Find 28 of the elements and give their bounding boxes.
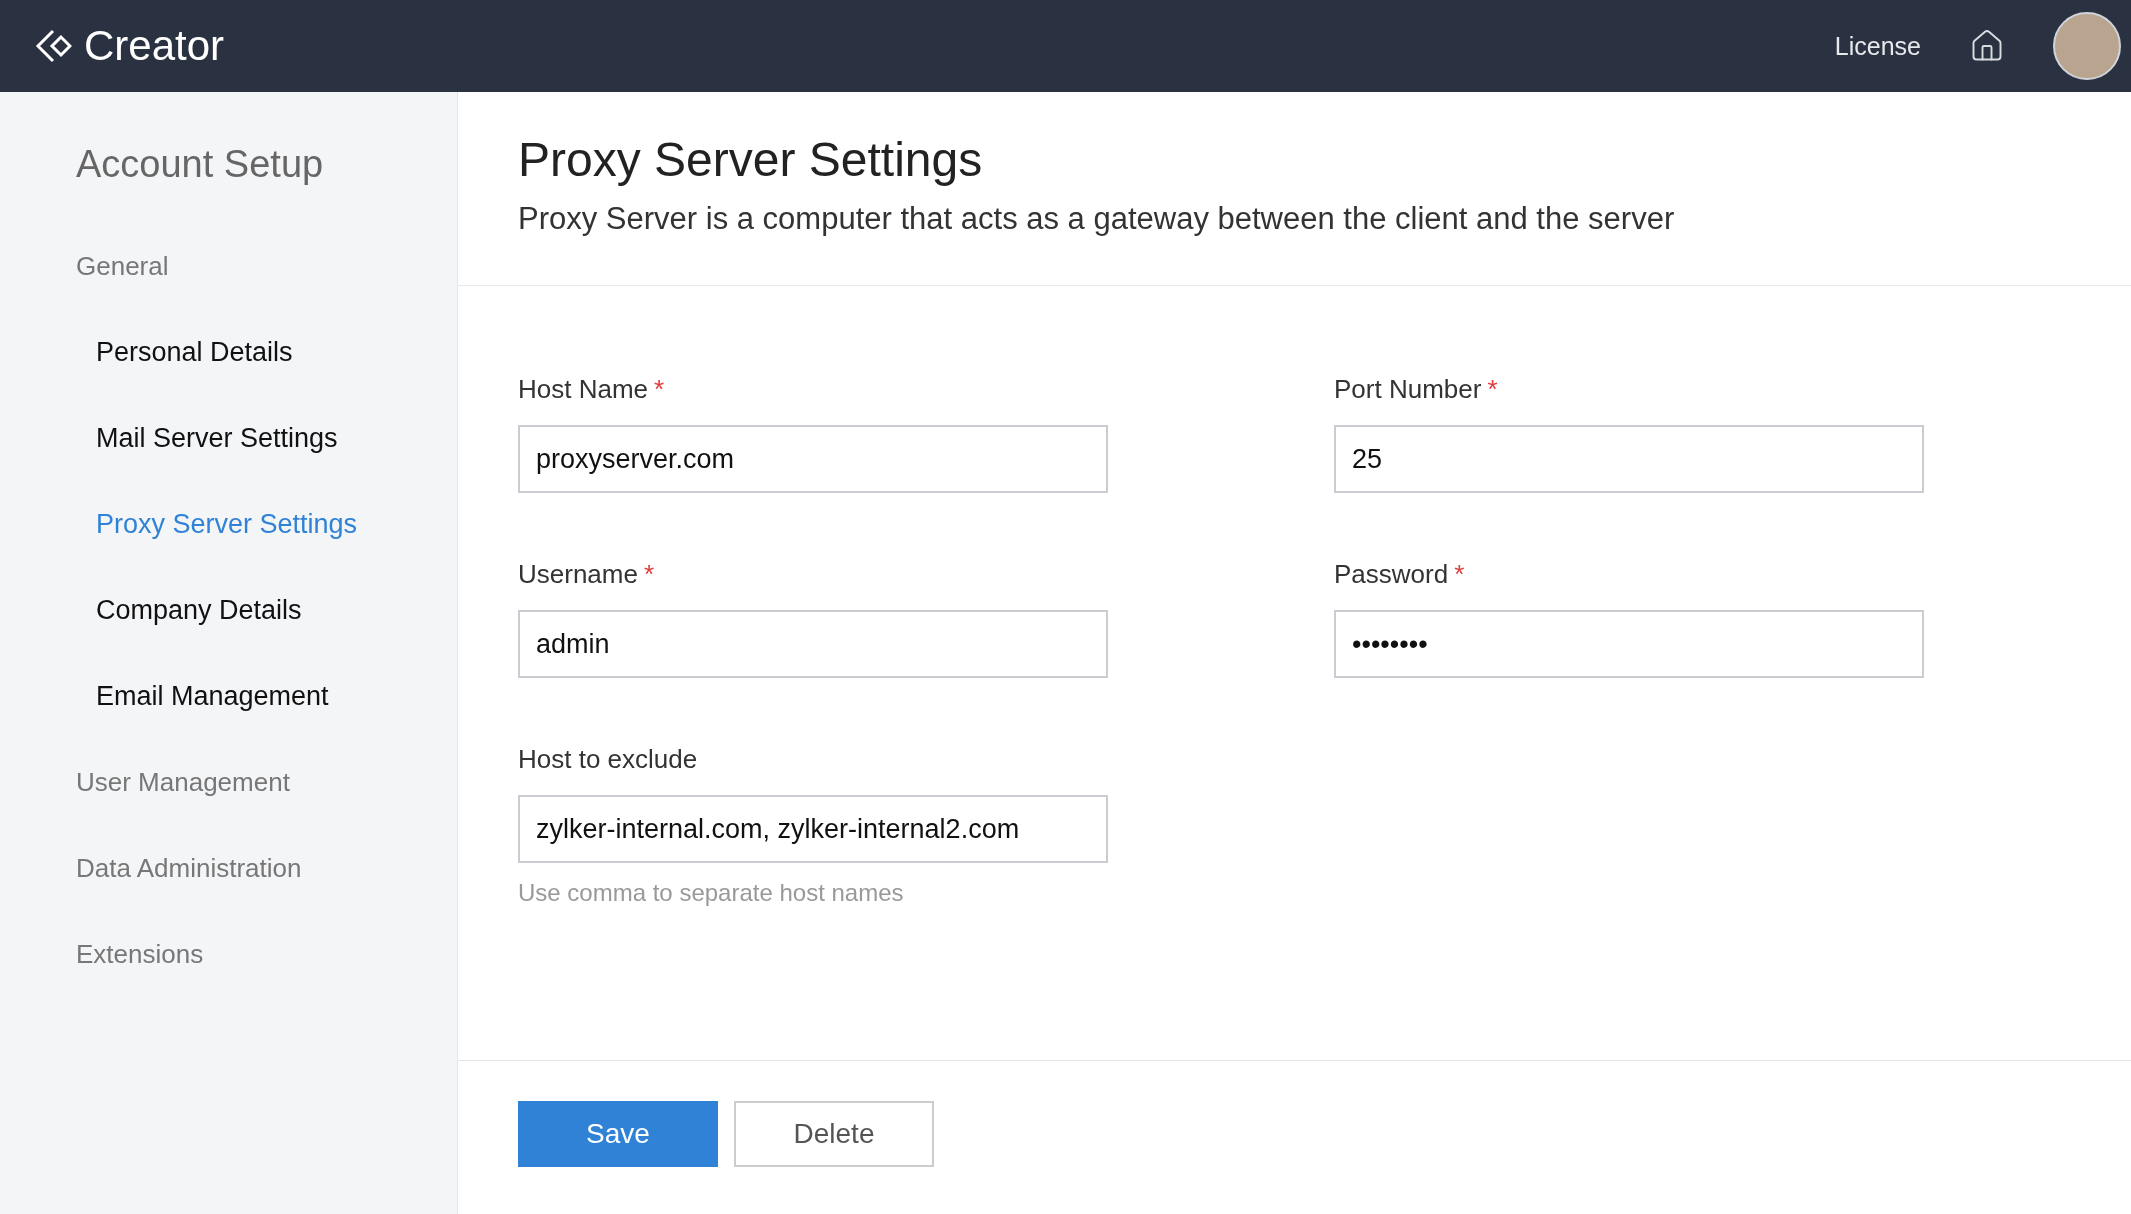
sidebar-title: Account Setup	[76, 142, 325, 186]
field-label: Port Number *	[1334, 374, 1499, 405]
sidebar-group[interactable]: General	[76, 223, 457, 309]
field-label: Username *	[518, 559, 656, 590]
sidebar-item[interactable]: Mail Server Settings	[96, 395, 457, 481]
field-label: Host Name *	[518, 374, 666, 405]
input-field[interactable]: admin	[518, 610, 1108, 678]
sidebar-item[interactable]: Email Management	[96, 653, 457, 739]
license-link[interactable]: License	[1834, 31, 1921, 61]
field-label: Host to exclude	[518, 744, 699, 775]
save-button[interactable]: Save	[518, 1101, 718, 1167]
sidebar-group[interactable]: Extensions	[76, 911, 457, 997]
brand-name: Creator	[84, 22, 225, 70]
sidebar-group[interactable]: User Management	[76, 739, 457, 825]
sidebar-item[interactable]: Company Details	[96, 567, 457, 653]
page-title: Proxy Server Settings	[518, 132, 984, 187]
field-hint: Use comma to separate host names	[518, 879, 905, 907]
input-field[interactable]: 25	[1334, 425, 1924, 493]
input-field[interactable]: zylker-internal.com, zylker-internal2.com	[518, 795, 1108, 863]
input-field[interactable]: ••••••••	[1334, 610, 1924, 678]
sidebar-item[interactable]: Proxy Server Settings	[96, 481, 457, 567]
page-description: Proxy Server is a computer that acts as a gateway between the client and the server	[518, 201, 1676, 237]
input-field[interactable]: proxyserver.com	[518, 425, 1108, 493]
sidebar-item[interactable]: Personal Details	[96, 309, 457, 395]
field-label: Password *	[1334, 559, 1466, 590]
delete-button[interactable]: Delete	[734, 1101, 934, 1167]
sidebar-group[interactable]: Data Administration	[76, 825, 457, 911]
logo-icon	[34, 27, 72, 65]
